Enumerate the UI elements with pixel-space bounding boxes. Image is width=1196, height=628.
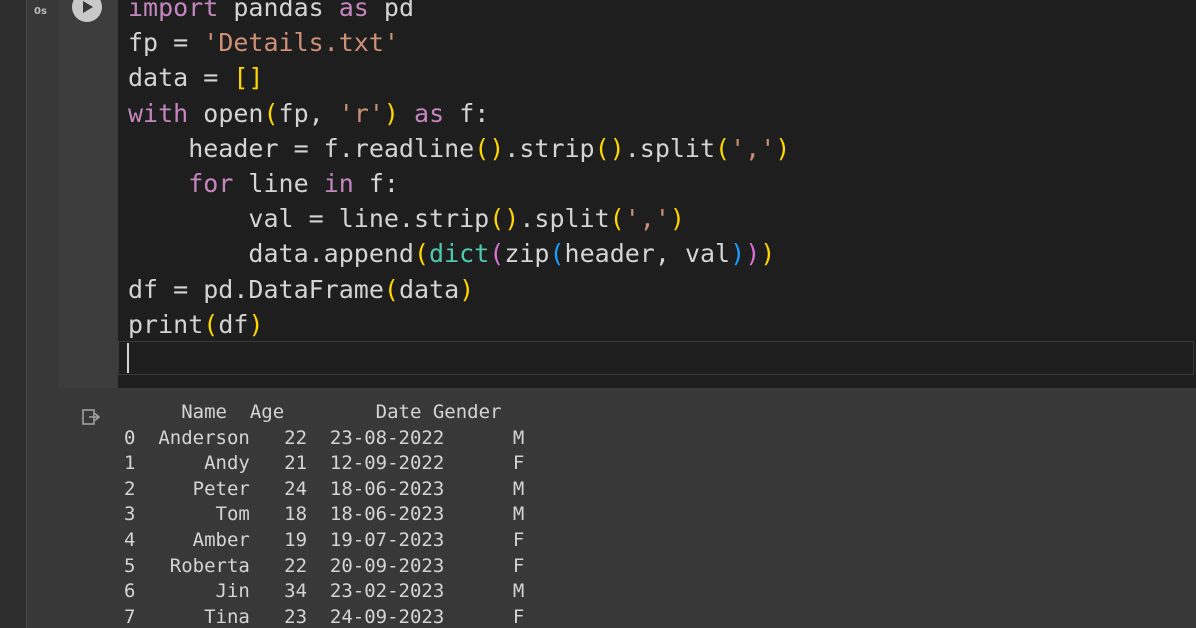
code-token: .strip xyxy=(504,133,595,163)
output-arrow-icon[interactable] xyxy=(82,408,100,426)
code-token: zip xyxy=(504,239,550,269)
code-token: val = line.strip xyxy=(128,204,490,234)
code-token: ) xyxy=(730,239,746,269)
output-row: 2 Peter 24 18-06-2023 M xyxy=(124,477,525,500)
output-row: 0 Anderson 22 23-08-2022 M xyxy=(124,426,525,449)
code-token: ( xyxy=(715,133,731,163)
current-line-highlight xyxy=(118,341,1194,375)
code-token: dict xyxy=(429,239,490,269)
code-token: as xyxy=(338,0,369,22)
code-token: df xyxy=(218,309,249,339)
code-token: () xyxy=(489,204,520,234)
code-line: print(df) xyxy=(128,307,264,342)
left-divider xyxy=(26,0,27,628)
code-token: ( xyxy=(203,309,219,339)
code-token: for xyxy=(188,169,234,198)
output-row: 5 Roberta 22 20-09-2023 F xyxy=(124,554,525,577)
code-token: with xyxy=(128,98,189,128)
code-token: df = pd.DataFrame xyxy=(128,274,384,304)
play-icon xyxy=(83,1,93,13)
code-line: with open(fp, 'r') as f: xyxy=(128,96,489,131)
code-line: data.append(dict(zip(header, val))) xyxy=(128,236,775,271)
code-token: f: xyxy=(444,98,490,128)
code-token: print xyxy=(128,309,204,339)
code-token: ( xyxy=(383,274,399,304)
code-token: pd xyxy=(368,0,414,22)
code-line: fp = 'Details.txt' xyxy=(128,25,399,60)
code-token: () xyxy=(474,133,505,163)
code-token: ( xyxy=(413,239,430,269)
code-token: [] xyxy=(233,63,264,93)
output-row: 7 Tina 23 24-09-2023 F xyxy=(124,605,525,628)
left-strip xyxy=(0,0,26,628)
code-token: data xyxy=(398,274,460,304)
code-token: fp = xyxy=(128,28,204,58)
code-token: ',' xyxy=(730,133,776,163)
code-token: 'r' xyxy=(338,98,384,128)
output-row: 6 Jin 34 23-02-2023 M xyxy=(124,580,525,603)
code-line: for line in f: xyxy=(128,166,399,201)
code-token: ( xyxy=(489,239,505,269)
code-token: ) xyxy=(383,98,399,128)
output-row: 1 Andy 21 12-09-2022 F xyxy=(124,452,525,475)
code-token: header, val xyxy=(564,239,731,269)
code-line: data = [] xyxy=(128,60,263,95)
output-row: 3 Tom 18 18-06-2023 M xyxy=(124,503,525,526)
code-token: ( xyxy=(549,239,565,269)
code-token: in xyxy=(323,169,354,198)
code-token: ) xyxy=(760,239,776,269)
code-token: pandas xyxy=(218,0,339,22)
code-token: f: xyxy=(353,169,399,198)
execution-count: 0s xyxy=(34,6,47,17)
code-token: ) xyxy=(669,204,685,234)
code-token: ( xyxy=(609,204,625,234)
code-token: fp, xyxy=(278,98,339,128)
code-token: () xyxy=(594,133,625,163)
code-line: header = f.readline().strip().split(',') xyxy=(128,131,790,166)
code-token: ) xyxy=(745,239,761,269)
code-token: ',' xyxy=(624,204,670,234)
code-token: import xyxy=(128,0,219,22)
code-token: ) xyxy=(459,274,475,304)
output-row: 4 Amber 19 19-07-2023 F xyxy=(124,529,525,551)
code-token: ( xyxy=(263,98,279,128)
notebook-page: 0s import pandas as pd fp = 'Details.txt'… xyxy=(0,0,1196,628)
code-token: .split xyxy=(624,133,716,163)
code-line: df = pd.DataFrame(data) xyxy=(128,272,474,307)
output-header: Name Age Date Gender xyxy=(124,401,502,423)
code-token: .split xyxy=(519,204,610,234)
code-token: line xyxy=(233,169,324,198)
code-token: header = f.readline xyxy=(128,133,475,163)
text-cursor xyxy=(127,343,129,373)
code-line: val = line.strip().split(',') xyxy=(128,201,685,236)
code-token: ) xyxy=(248,309,264,339)
code-token: 'Details.txt' xyxy=(203,28,399,58)
code-token: ) xyxy=(775,133,791,163)
code-line: import pandas as pd xyxy=(128,0,414,25)
code-token: data = xyxy=(128,63,234,93)
code-token: as xyxy=(414,98,445,128)
code-token: open xyxy=(188,98,264,128)
code-token: data.append xyxy=(128,239,414,269)
cell-gutter xyxy=(58,0,118,388)
